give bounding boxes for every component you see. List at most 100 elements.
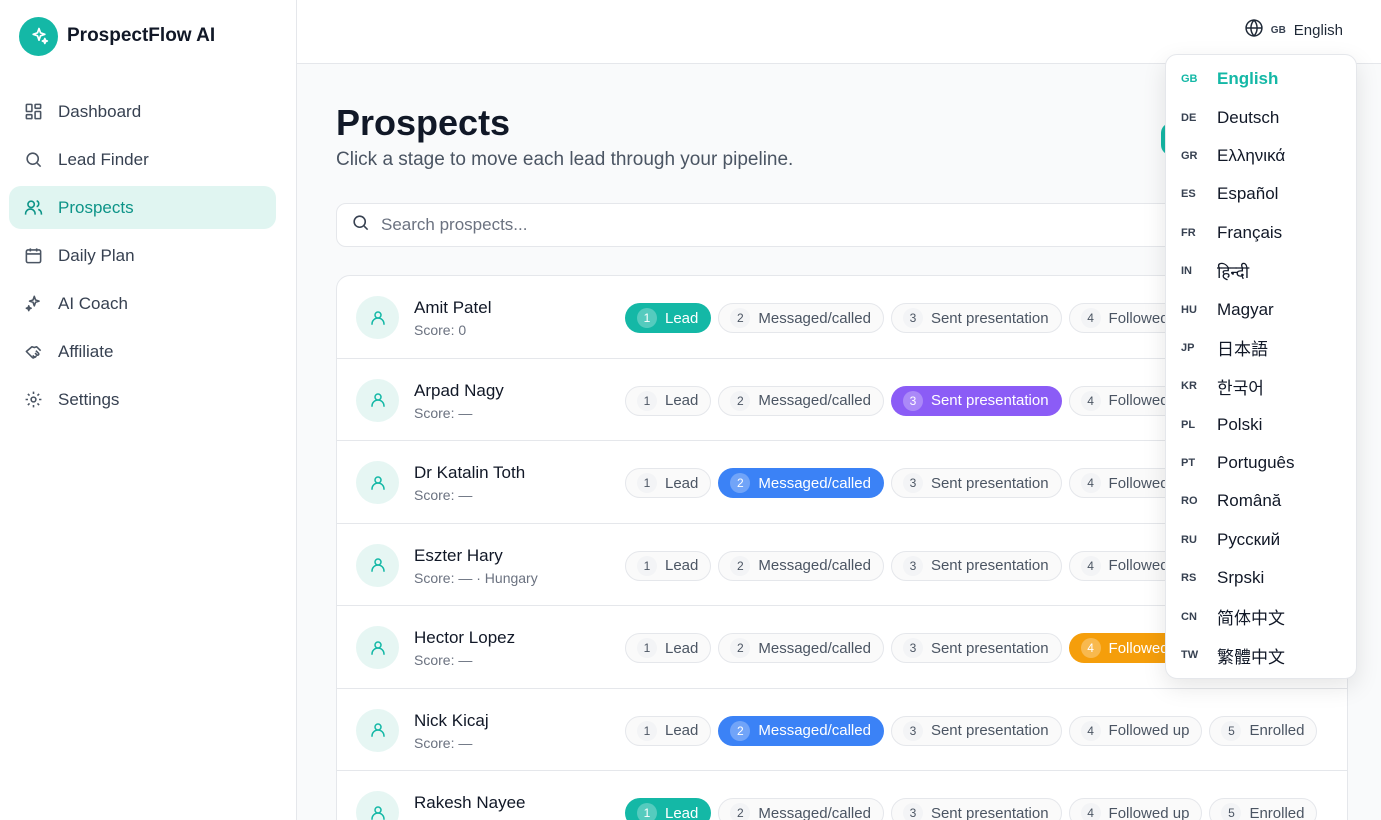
prospect-name: Nick Kicaj xyxy=(414,710,489,730)
user-icon xyxy=(356,543,399,587)
stage-pill-4[interactable]: 4 Followed up xyxy=(1068,715,1203,746)
language-name: 한국어 xyxy=(1217,378,1264,398)
stage-pill-5[interactable]: 5 Enrolled xyxy=(1209,715,1318,746)
stage-pill-2[interactable]: 2 Messaged/called xyxy=(718,550,884,581)
stage-number: 4 xyxy=(1080,308,1101,328)
stage-pill-1[interactable]: 1 Lead xyxy=(625,715,712,746)
language-option[interactable]: TW 繁體中文 xyxy=(1166,636,1356,674)
stage-label: Enrolled xyxy=(1249,804,1305,820)
stage-number: 5 xyxy=(1221,803,1242,820)
stage-number: 4 xyxy=(1080,638,1101,658)
language-option[interactable]: CN 简体中文 xyxy=(1166,597,1356,635)
language-switcher[interactable]: GB English xyxy=(1244,18,1343,42)
sidebar-item-daily-plan[interactable]: Daily Plan xyxy=(9,234,276,277)
search-icon xyxy=(351,213,370,237)
language-name: Deutsch xyxy=(1217,107,1280,127)
prospect-row[interactable]: Nick Kicaj Score: — 1 Lead 2 Messaged/ca… xyxy=(337,689,1347,771)
language-option[interactable]: KR 한국어 xyxy=(1166,367,1356,405)
stage-pill-2[interactable]: 2 Messaged/called xyxy=(718,798,884,820)
user-icon xyxy=(356,378,399,422)
prospect-name: Rakesh Nayee xyxy=(414,793,526,812)
stage-number: 3 xyxy=(902,720,923,741)
user-icon xyxy=(356,791,399,820)
stage-label: Sent presentation xyxy=(930,722,1049,739)
language-option[interactable]: DE Deutsch xyxy=(1166,98,1356,136)
stage-pill-2[interactable]: 2 Messaged/called xyxy=(718,303,884,333)
stage-pill-1[interactable]: 1 Lead xyxy=(625,633,712,663)
language-name: Magyar xyxy=(1217,299,1274,319)
handshake-icon xyxy=(24,342,43,361)
stage-pill-3[interactable]: 3 Sent presentation xyxy=(890,385,1062,416)
language-name: Русский xyxy=(1217,529,1281,549)
language-option[interactable]: RO Română xyxy=(1166,482,1356,520)
stage-number: 1 xyxy=(637,390,657,411)
stage-label: Sent presentation xyxy=(930,309,1049,327)
language-code: RS xyxy=(1181,572,1197,585)
stage-label: Sent presentation xyxy=(930,392,1049,409)
stage-pill-2[interactable]: 2 Messaged/called xyxy=(718,633,884,663)
stage-pill-3[interactable]: 3 Sent presentation xyxy=(890,303,1062,333)
language-option[interactable]: RS Srpski xyxy=(1166,559,1356,597)
language-option[interactable]: JP 日本語 xyxy=(1166,329,1356,367)
stage-pill-5[interactable]: 5 Enrolled xyxy=(1209,798,1318,820)
stage-number: 2 xyxy=(730,638,751,658)
language-option[interactable]: HU Magyar xyxy=(1166,290,1356,328)
language-label: English xyxy=(1293,21,1343,39)
stage-pill-1[interactable]: 1 Lead xyxy=(625,303,712,333)
language-name: 日本語 xyxy=(1217,340,1268,360)
stage-number: 3 xyxy=(902,638,923,658)
sidebar-item-dashboard[interactable]: Dashboard xyxy=(9,90,276,133)
sidebar-item-ai-coach[interactable]: AI Coach xyxy=(9,282,276,325)
language-name: 简体中文 xyxy=(1217,609,1285,629)
sidebar-item-lead-finder[interactable]: Lead Finder xyxy=(9,138,276,181)
stage-number: 1 xyxy=(637,803,657,820)
gear-icon xyxy=(24,390,43,409)
stage-pill-1[interactable]: 1 Lead xyxy=(625,550,712,581)
language-option[interactable]: IN हिन्दी xyxy=(1166,252,1356,290)
language-code: PT xyxy=(1181,457,1196,470)
stage-pill-3[interactable]: 3 Sent presentation xyxy=(890,798,1062,820)
stage-label: Messaged/called xyxy=(758,557,871,574)
sidebar-item-affiliate[interactable]: Affiliate xyxy=(9,330,276,373)
stage-pill-3[interactable]: 3 Sent presentation xyxy=(890,550,1062,581)
language-code: CN xyxy=(1181,610,1197,623)
language-code: GR xyxy=(1181,149,1198,162)
stage-pill-3[interactable]: 3 Sent presentation xyxy=(890,633,1062,663)
language-option[interactable]: PL Polski xyxy=(1166,406,1356,444)
language-code: TW xyxy=(1181,649,1199,662)
sidebar-item-label: Daily Plan xyxy=(58,245,135,265)
stage-pill-3[interactable]: 3 Sent presentation xyxy=(890,715,1062,746)
stage-label: Messaged/called xyxy=(758,392,871,409)
stage-pill-1[interactable]: 1 Lead xyxy=(625,798,712,820)
stage-pill-4[interactable]: 4 Followed up xyxy=(1068,798,1203,820)
stage-pill-1[interactable]: 1 Lead xyxy=(625,385,712,416)
sidebar-item-label: Dashboard xyxy=(58,101,142,121)
stage-pill-2[interactable]: 2 Messaged/called xyxy=(718,468,884,498)
stage-number: 3 xyxy=(902,555,923,576)
language-option[interactable]: FR Français xyxy=(1166,214,1356,252)
search-input[interactable] xyxy=(381,215,1181,235)
brand[interactable]: ProspectFlow AI xyxy=(0,0,296,72)
prospect-row[interactable]: Rakesh Nayee Score: 0 1 Lead 2 Messaged/… xyxy=(337,771,1347,820)
stage-pill-1[interactable]: 1 Lead xyxy=(625,468,712,498)
stage-pill-2[interactable]: 2 Messaged/called xyxy=(718,385,884,416)
language-option[interactable]: GB English xyxy=(1166,60,1356,98)
language-option[interactable]: PT Português xyxy=(1166,444,1356,482)
stage-pill-3[interactable]: 3 Sent presentation xyxy=(890,468,1062,498)
stage-number: 4 xyxy=(1080,803,1101,820)
stage-number: 4 xyxy=(1080,555,1101,576)
stage-number: 1 xyxy=(637,473,657,493)
stage-label: Messaged/called xyxy=(758,804,871,820)
language-option[interactable]: GR Ελληνικά xyxy=(1166,137,1356,175)
sidebar-item-settings[interactable]: Settings xyxy=(9,378,276,421)
stage-number: 3 xyxy=(902,390,923,411)
language-option[interactable]: RU Русский xyxy=(1166,521,1356,559)
sidebar-item-prospects[interactable]: Prospects xyxy=(9,186,276,229)
sidebar-item-label: AI Coach xyxy=(58,293,128,313)
language-option[interactable]: ES Español xyxy=(1166,175,1356,213)
stage-number: 3 xyxy=(902,308,923,328)
stage-number: 1 xyxy=(637,555,657,576)
stage-number: 1 xyxy=(637,308,657,328)
stage-pill-2[interactable]: 2 Messaged/called xyxy=(718,715,884,746)
stage-label: Sent presentation xyxy=(930,639,1049,657)
